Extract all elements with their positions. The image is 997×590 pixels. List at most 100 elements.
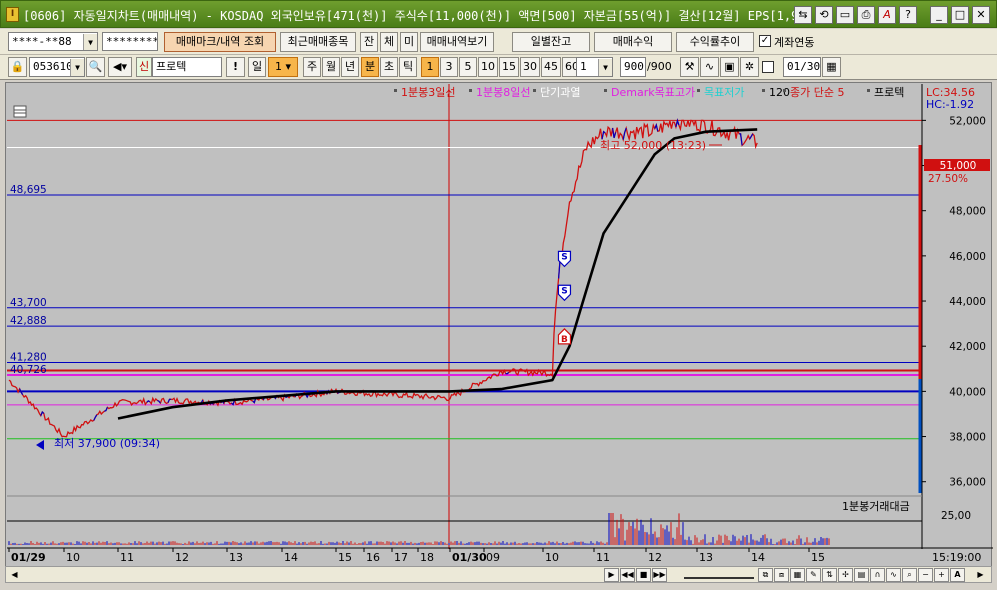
search-icon[interactable]: 🔍 <box>86 57 105 77</box>
interval-button-15[interactable]: 15 <box>499 57 519 77</box>
alert-icon[interactable]: ! <box>226 57 245 77</box>
time-tick-label: 12 <box>648 551 662 564</box>
multiplier-value: 1 <box>580 60 587 73</box>
return-curve-button[interactable]: 수익률추이 <box>676 32 754 52</box>
chevron-down-icon[interactable]: ▼ <box>598 59 612 76</box>
minimize-icon[interactable]: _ <box>930 6 948 24</box>
price-tick-label: 40,000 <box>949 386 986 398</box>
trade-marker-label: S <box>561 286 567 296</box>
time-tick-label: 09 <box>486 551 500 564</box>
help-icon[interactable]: ? <box>899 6 917 24</box>
date-checkbox[interactable] <box>762 61 774 73</box>
close-icon[interactable]: ✕ <box>972 6 990 24</box>
legend-bullet-icon <box>762 89 765 92</box>
zoom-in-icon[interactable]: + <box>934 568 949 582</box>
settings-icon[interactable]: ✲ <box>740 57 759 77</box>
refresh-icon[interactable]: ⟲ <box>815 6 833 24</box>
password-input[interactable]: ********* <box>102 32 158 51</box>
period-week-button[interactable]: 주 <box>303 57 321 77</box>
zoom-out-icon[interactable]: − <box>918 568 933 582</box>
interval-button-1[interactable]: 1 <box>421 57 439 77</box>
save-icon[interactable]: ▣ <box>720 57 739 77</box>
time-tick-label: 11 <box>120 551 134 564</box>
legend-bullet-icon <box>697 89 700 92</box>
chevron-down-icon[interactable]: ▼ <box>83 34 97 50</box>
link-window-icon[interactable]: ⇆ <box>794 6 812 24</box>
tab-unfilled[interactable]: 미 <box>400 32 418 52</box>
scroll-left-icon[interactable]: ◀ <box>8 568 21 581</box>
print-icon[interactable]: ⎙ <box>857 6 875 24</box>
overlay-icon[interactable]: ⧈ <box>774 568 789 582</box>
draw-icon[interactable]: ✎ <box>806 568 821 582</box>
price-tick-label: 38,000 <box>949 432 986 444</box>
reference-line-label: 42,888 <box>10 315 47 327</box>
chevron-down-icon[interactable]: ▼ <box>70 59 84 76</box>
stock-code-value: 053610 <box>33 60 73 73</box>
zoom-icon[interactable]: ⌕ <box>902 568 917 582</box>
grid-icon[interactable]: ▦ <box>790 568 805 582</box>
play-icon[interactable]: ▶ <box>604 568 619 582</box>
interval-button-3[interactable]: 3 <box>440 57 458 77</box>
magnet-icon[interactable]: ∩ <box>870 568 885 582</box>
trade-mark-query-button[interactable]: 매매마크/내역 조회 <box>164 32 276 52</box>
scroll-right-icon[interactable]: ▶ <box>974 568 987 581</box>
stock-code-input[interactable]: 053610 ▼ <box>29 57 85 77</box>
app-icon[interactable]: I <box>6 7 19 22</box>
account-value: ****-**88 <box>12 35 72 48</box>
interval-button-10[interactable]: 10 <box>478 57 498 77</box>
speaker-icon[interactable]: ◀▾ <box>108 57 132 77</box>
tab-balance[interactable]: 잔 <box>360 32 378 52</box>
account-link-checkbox[interactable]: ✓ <box>759 35 771 47</box>
period-day-select[interactable]: 1 ▾ <box>268 57 298 77</box>
copy-icon[interactable]: ⧉ <box>758 568 773 582</box>
legend-bullet-icon <box>533 89 536 92</box>
daily-balance-button[interactable]: 일별잔고 <box>512 32 590 52</box>
period-minute-button[interactable]: 분 <box>361 57 379 77</box>
chart-area[interactable]: 48,695 43,700 42,888 41,280 40,726 S S B 1분봉3일… <box>5 82 993 568</box>
screen-icon[interactable]: ▭ <box>836 6 854 24</box>
stock-name-field[interactable]: 프로텍 <box>152 57 222 77</box>
count-input[interactable]: 900 <box>620 57 646 77</box>
price-chart[interactable]: 48,695 43,700 42,888 41,28040,726 S S B 1분봉3일… <box>6 83 993 568</box>
table-icon[interactable] <box>13 105 27 118</box>
speed-slider[interactable] <box>684 570 754 579</box>
interval-button-45[interactable]: 45 <box>541 57 561 77</box>
time-tick-label: 12 <box>175 551 189 564</box>
credit-badge: 신 <box>136 57 152 77</box>
trade-marker-label: S <box>561 252 567 262</box>
rewind-icon[interactable]: ◀◀ <box>620 568 635 582</box>
maximize-icon[interactable]: □ <box>951 6 969 24</box>
interval-button-30[interactable]: 30 <box>520 57 540 77</box>
image-icon[interactable]: ▤ <box>854 568 869 582</box>
multiplier-select[interactable]: 1 ▼ <box>576 57 613 77</box>
indicator-icon[interactable]: ∿ <box>700 57 719 77</box>
forward-icon[interactable]: ▶▶ <box>652 568 667 582</box>
trade-profit-button[interactable]: 매매수익 <box>594 32 672 52</box>
lock-icon[interactable]: 🔒 <box>8 57 27 77</box>
interval-button-5[interactable]: 5 <box>459 57 477 77</box>
text-tool-icon[interactable]: A <box>950 568 965 582</box>
date-input[interactable]: 01/30 <box>783 57 821 77</box>
legend-item: 단기과열 <box>540 86 580 99</box>
chart-scrollbar[interactable]: ◀ ▶ ◀◀ ■ ▶▶ ⧉ ⧈ ▦ ✎ ⇅ ✢ ▤ ∩ ∿ ⌕ − + A ▶ <box>5 566 992 583</box>
price-tick-label: 46,000 <box>949 251 986 263</box>
wave-icon[interactable]: ∿ <box>886 568 901 582</box>
recent-trades-button[interactable]: 최근매매종목 <box>280 32 356 52</box>
period-month-button[interactable]: 월 <box>322 57 340 77</box>
trade-history-button[interactable]: 매매내역보기 <box>420 32 494 52</box>
period-day-button[interactable]: 일 <box>248 57 266 77</box>
time-tick-label: 10 <box>545 551 559 564</box>
calendar-icon[interactable]: ▦ <box>822 57 841 77</box>
account-select[interactable]: ****-**88 ▼ <box>8 32 98 51</box>
tools-icon[interactable]: ⚒ <box>680 57 699 77</box>
period-tick-button[interactable]: 틱 <box>399 57 417 77</box>
period-year-button[interactable]: 년 <box>341 57 359 77</box>
legend-item: 프로텍 <box>874 86 904 99</box>
legend-item: 1분봉3일선 <box>401 85 455 99</box>
tab-filled[interactable]: 체 <box>380 32 398 52</box>
stop-icon[interactable]: ■ <box>636 568 651 582</box>
scale-icon[interactable]: ⇅ <box>822 568 837 582</box>
font-icon[interactable]: A <box>878 6 896 24</box>
cross-icon[interactable]: ✢ <box>838 568 853 582</box>
period-second-button[interactable]: 초 <box>380 57 398 77</box>
